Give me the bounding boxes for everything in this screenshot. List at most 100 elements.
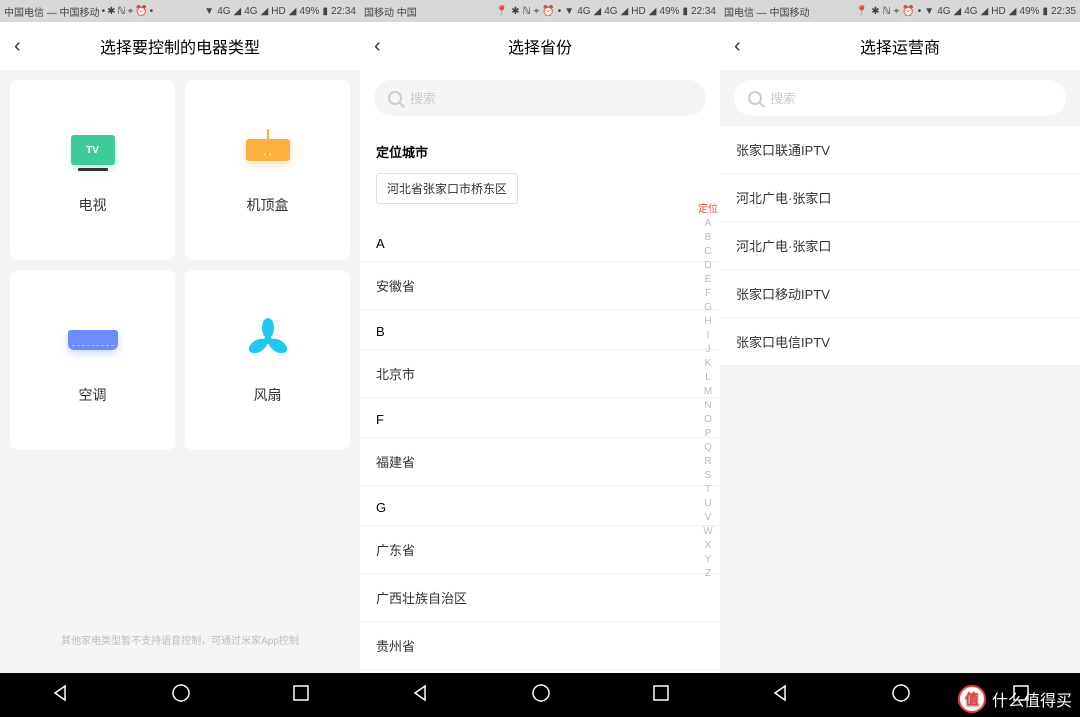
index-letter[interactable]: S <box>705 470 712 481</box>
appliance-card-fan[interactable]: 风扇 <box>185 270 350 450</box>
page-title: 选择要控制的电器类型 <box>16 34 344 58</box>
appliance-card-ac[interactable]: 空调 <box>10 270 175 450</box>
index-letter[interactable]: H <box>704 316 711 327</box>
province-row[interactable]: 贵州省 <box>360 622 720 670</box>
province-row[interactable]: 安徽省 <box>360 262 720 310</box>
nav-back-button[interactable] <box>409 682 431 709</box>
index-letter[interactable]: W <box>703 526 712 537</box>
index-letter[interactable]: D <box>704 260 711 271</box>
province-row[interactable]: 广西壮族自治区 <box>360 574 720 622</box>
search-icon <box>388 91 402 105</box>
header: ‹ 选择省份 <box>360 22 720 70</box>
signal-icon: ◢ <box>289 6 297 17</box>
watermark: 值 什么值得买 <box>958 685 1072 713</box>
operator-row[interactable]: 张家口联通IPTV <box>720 126 1080 174</box>
appliance-card-stb[interactable]: 机顶盒 <box>185 80 350 260</box>
index-letter[interactable]: Z <box>705 568 711 579</box>
dot-icon: • <box>102 6 106 17</box>
index-letter[interactable]: C <box>704 246 711 257</box>
bluetooth-icon: ✱ <box>107 6 115 17</box>
index-letter[interactable]: T <box>705 484 711 495</box>
index-letter[interactable]: I <box>707 330 710 341</box>
screen-operator: 国电信 — 中国移动 📍✱ℕ⌖⏰•▼4G◢4G◢HD◢49%▮22:35 ‹ 选… <box>720 0 1080 717</box>
index-letter[interactable]: V <box>705 512 712 523</box>
battery-icon: ▮ <box>682 6 688 17</box>
index-letter[interactable]: M <box>704 386 712 397</box>
content: TV 电视 机顶盒 空调 风扇 其他家电类型暂不支持语音控制，可通过米家App控… <box>0 70 360 717</box>
section-letter: B <box>360 310 720 350</box>
section-letter: F <box>360 398 720 438</box>
watermark-text: 什么值得买 <box>992 687 1072 711</box>
index-letter[interactable]: N <box>704 400 711 411</box>
content: 张家口联通IPTV河北广电·张家口河北广电·张家口张家口移动IPTV张家口电信I… <box>720 70 1080 717</box>
compass-icon: ⌖ <box>534 6 540 17</box>
back-button[interactable]: ‹ <box>14 35 21 58</box>
search-field[interactable] <box>374 80 706 116</box>
nav-recent-button[interactable] <box>651 683 671 708</box>
index-letter[interactable]: O <box>704 414 712 425</box>
nav-home-button[interactable] <box>170 682 192 709</box>
nav-back-button[interactable] <box>769 682 791 709</box>
card-label: 电视 <box>79 195 107 215</box>
card-label: 机顶盒 <box>247 195 289 215</box>
appliance-card-tv[interactable]: TV 电视 <box>10 80 175 260</box>
back-button[interactable]: ‹ <box>734 35 741 58</box>
card-label: 空调 <box>79 385 107 405</box>
operator-row[interactable]: 河北广电·张家口 <box>720 222 1080 270</box>
battery-icon: ▮ <box>1042 6 1048 17</box>
index-letter[interactable]: L <box>705 372 711 383</box>
index-letter[interactable]: R <box>704 456 711 467</box>
index-letter[interactable]: F <box>705 288 711 299</box>
alarm-icon: ⏰ <box>902 6 914 17</box>
index-letter[interactable]: E <box>705 274 712 285</box>
wifi-icon: ▼ <box>564 6 574 17</box>
set-top-box-icon <box>243 125 293 175</box>
province-row[interactable]: 福建省 <box>360 438 720 486</box>
location-section-header: 定位城市 <box>360 126 720 173</box>
index-locate[interactable]: 定位 <box>698 200 718 215</box>
hd-text: HD <box>271 6 285 17</box>
index-letter[interactable]: A <box>705 218 712 229</box>
operator-row[interactable]: 张家口移动IPTV <box>720 270 1080 318</box>
index-letter[interactable]: B <box>705 232 712 243</box>
search-input[interactable] <box>410 91 692 106</box>
section-letter: A <box>360 222 720 262</box>
index-letter[interactable]: J <box>706 344 711 355</box>
index-letter[interactable]: X <box>705 540 712 551</box>
compass-icon: ⌖ <box>127 6 133 17</box>
operator-row[interactable]: 张家口电信IPTV <box>720 318 1080 366</box>
index-letter[interactable]: Y <box>705 554 712 565</box>
province-list[interactable]: A安徽省B北京市F福建省G广东省广西壮族自治区贵州省 <box>360 222 720 670</box>
nfc-icon: ℕ <box>117 6 125 17</box>
search-field[interactable] <box>734 80 1066 116</box>
network-text: 4G <box>217 6 230 17</box>
carrier-text: 国电信 — 中国移动 <box>724 4 810 19</box>
dot-icon: • <box>150 6 154 17</box>
location-chip[interactable]: 河北省张家口市桥东区 <box>376 173 518 204</box>
time-text: 22:34 <box>331 6 356 17</box>
nav-home-button[interactable] <box>530 682 552 709</box>
nav-back-button[interactable] <box>49 682 71 709</box>
bluetooth-icon: ✱ <box>511 6 519 17</box>
time-text: 22:34 <box>691 6 716 17</box>
index-letter[interactable]: K <box>705 358 712 369</box>
province-row[interactable]: 北京市 <box>360 350 720 398</box>
operator-list[interactable]: 张家口联通IPTV河北广电·张家口河北广电·张家口张家口移动IPTV张家口电信I… <box>720 126 1080 366</box>
index-letter[interactable]: P <box>705 428 712 439</box>
search-icon <box>748 91 762 105</box>
network-text: 4G <box>244 6 257 17</box>
back-button[interactable]: ‹ <box>374 35 381 58</box>
index-letter[interactable]: G <box>704 302 712 313</box>
operator-row[interactable]: 河北广电·张家口 <box>720 174 1080 222</box>
province-row[interactable]: 广东省 <box>360 526 720 574</box>
nav-home-button[interactable] <box>890 682 912 709</box>
index-letter[interactable]: Q <box>704 442 712 453</box>
search-input[interactable] <box>770 91 1052 106</box>
index-letter[interactable]: U <box>704 498 711 509</box>
nav-recent-button[interactable] <box>291 683 311 708</box>
footnote: 其他家电类型暂不支持语音控制，可通过米家App控制 <box>0 612 360 667</box>
section-letter: G <box>360 486 720 526</box>
bluetooth-icon: ✱ <box>871 6 879 17</box>
alpha-index[interactable]: 定位 ABCDEFGHIJKLMNOPQRSTUVWXYZ <box>698 200 718 579</box>
signal-icon: ◢ <box>261 6 269 17</box>
